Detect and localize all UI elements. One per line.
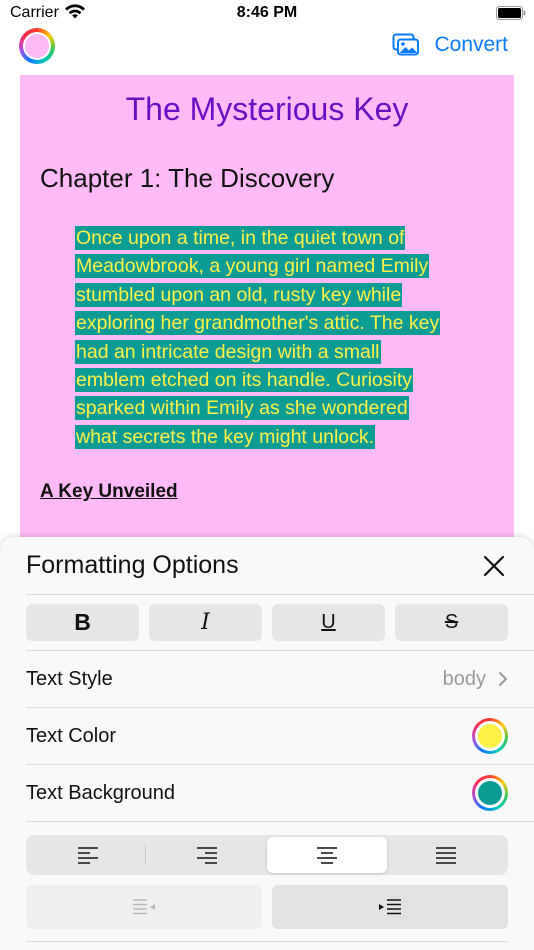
- section-subheading: A Key Unveiled: [40, 481, 178, 502]
- align-right-icon: [197, 847, 218, 864]
- chapter-heading: Chapter 1: The Discovery: [40, 163, 335, 193]
- paragraph-line: had an intricate design with a small: [75, 339, 381, 364]
- divider: [26, 594, 534, 595]
- align-left-button[interactable]: [28, 837, 148, 873]
- page-color-button[interactable]: [19, 28, 55, 64]
- status-bar: Carrier 8:46 PM: [0, 0, 534, 28]
- text-color-swatch[interactable]: [472, 718, 508, 754]
- convert-label: Convert: [434, 33, 508, 56]
- battery-icon: [496, 6, 526, 20]
- text-style-value: body: [442, 667, 486, 690]
- align-justify-icon: [436, 847, 457, 864]
- align-left-icon: [77, 847, 98, 864]
- paragraph-line: Meadowbrook, a young girl named Emily: [75, 254, 430, 279]
- status-time: 8:46 PM: [236, 4, 298, 21]
- screen: Carrier 8:46 PM Convert The Mysterious K…: [0, 0, 534, 950]
- divider: [26, 941, 508, 942]
- document-title: The Mysterious Key: [125, 91, 409, 127]
- paragraph-line: stumbled upon an old, rusty key while: [75, 282, 403, 307]
- bold-button[interactable]: B: [26, 604, 139, 641]
- text-style-value-group: body: [443, 668, 508, 691]
- decrease-indent-icon: [133, 899, 155, 915]
- sheet-title: Formatting Options: [26, 551, 239, 579]
- nav-bar: Convert: [0, 28, 534, 68]
- indent-row: [26, 885, 508, 929]
- formatting-sheet: Formatting Options B I U S Text Style bo…: [0, 537, 534, 950]
- text-background-fill: [478, 781, 502, 805]
- align-right-button[interactable]: [148, 837, 268, 873]
- text-color-label: Text Color: [26, 724, 117, 747]
- text-background-swatch[interactable]: [472, 775, 508, 811]
- italic-button[interactable]: I: [149, 604, 262, 641]
- text-background-label: Text Background: [26, 781, 175, 804]
- text-style-row[interactable]: Text Style body: [26, 651, 508, 707]
- align-justified-button[interactable]: [387, 837, 507, 873]
- align-center-button[interactable]: [267, 837, 387, 873]
- paragraph-line: what secrets the key might unlock.: [75, 424, 376, 449]
- strikethrough-button[interactable]: S: [395, 604, 508, 641]
- text-style-label: Text Style: [26, 667, 113, 690]
- underline-button[interactable]: U: [272, 604, 385, 641]
- alignment-segmented-control: [26, 835, 508, 875]
- increase-indent-icon: [379, 899, 401, 915]
- page-color-fill: [25, 34, 49, 58]
- paragraph-line: emblem etched on its handle. Curiosity: [75, 368, 414, 393]
- increase-indent-button[interactable]: [272, 885, 508, 929]
- segment-separator: [145, 845, 146, 865]
- text-color-row[interactable]: Text Color: [26, 708, 508, 764]
- paragraph-line: exploring her grandmother's attic. The k…: [75, 311, 441, 336]
- chevron-right-icon: [499, 672, 507, 686]
- photos-icon: [392, 33, 420, 56]
- divider: [26, 821, 534, 822]
- decrease-indent-button[interactable]: [26, 885, 262, 929]
- text-background-row[interactable]: Text Background: [26, 765, 508, 821]
- align-center-icon: [316, 847, 337, 864]
- paragraph-line: Once upon a time, in the quiet town of: [75, 226, 406, 250]
- paragraph-line: sparked within Emily as she wondered: [75, 396, 409, 421]
- close-icon[interactable]: [482, 554, 506, 578]
- highlighted-paragraph: Once upon a time, in the quiet town of M…: [75, 224, 505, 451]
- text-color-fill: [478, 724, 502, 748]
- convert-button[interactable]: Convert: [392, 30, 508, 60]
- format-buttons-row: B I U S: [26, 604, 508, 641]
- document-page[interactable]: The Mysterious Key Chapter 1: The Discov…: [20, 75, 514, 555]
